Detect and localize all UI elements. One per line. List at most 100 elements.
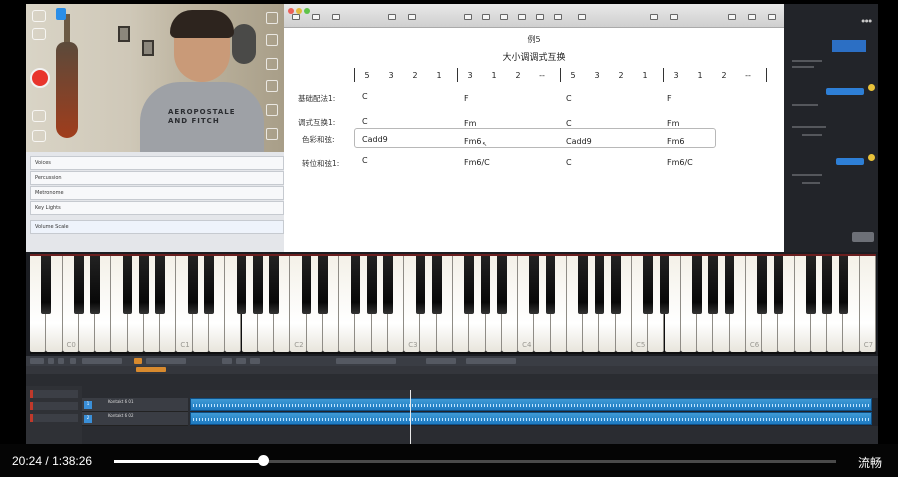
- piano-black-key[interactable]: [383, 256, 393, 314]
- metronome-tool[interactable]: [404, 14, 420, 26]
- piano-black-key[interactable]: [773, 256, 784, 314]
- daw-button[interactable]: [134, 358, 142, 364]
- progress-knob[interactable]: [258, 455, 270, 466]
- settings-icon[interactable]: [266, 34, 278, 46]
- piano-black-key[interactable]: [236, 256, 247, 314]
- document-tool[interactable]: [764, 14, 780, 26]
- collaborate-tool[interactable]: [574, 14, 590, 26]
- inspector-row[interactable]: [30, 390, 78, 398]
- midi-region[interactable]: [190, 398, 872, 411]
- track-row[interactable]: Percussion: [30, 171, 284, 185]
- piano-black-key[interactable]: [724, 256, 735, 314]
- daw-button[interactable]: [30, 358, 44, 364]
- switch-camera-icon[interactable]: [32, 28, 46, 40]
- zoom-tool[interactable]: [308, 14, 324, 26]
- piano-black-key[interactable]: [464, 256, 475, 314]
- chat-tab[interactable]: [790, 40, 824, 52]
- piano-black-key[interactable]: [806, 256, 816, 314]
- piano-black-key[interactable]: [269, 256, 279, 314]
- send-button[interactable]: [852, 232, 874, 242]
- piano-black-key[interactable]: [708, 256, 719, 314]
- daw-selector[interactable]: [82, 358, 122, 364]
- photo-icon[interactable]: [32, 110, 46, 122]
- track-row[interactable]: Metronome: [30, 186, 284, 200]
- chat-tab-active[interactable]: [832, 40, 866, 52]
- playhead[interactable]: [410, 390, 411, 444]
- piano-black-key[interactable]: [90, 256, 100, 314]
- piano-white-key[interactable]: C7: [859, 256, 876, 352]
- format-tool[interactable]: [724, 14, 740, 26]
- piano-black-key[interactable]: [350, 256, 361, 314]
- piano-black-key[interactable]: [139, 256, 149, 314]
- daw-button[interactable]: [146, 358, 186, 364]
- piano-black-key[interactable]: [187, 256, 198, 314]
- piano-black-key[interactable]: [301, 256, 312, 314]
- gallery-icon[interactable]: [32, 130, 46, 142]
- table-tool[interactable]: [460, 14, 476, 26]
- piano-black-key[interactable]: [415, 256, 426, 314]
- piano-black-key[interactable]: [73, 256, 84, 314]
- track-row[interactable]: Volume Scale: [30, 220, 284, 234]
- daw-button[interactable]: [70, 358, 76, 364]
- piano-black-key[interactable]: [529, 256, 540, 314]
- piano-black-key[interactable]: [822, 256, 833, 314]
- play-button[interactable]: [236, 358, 246, 364]
- quality-button[interactable]: 流畅: [858, 454, 882, 471]
- piano-black-key[interactable]: [155, 256, 166, 314]
- piano-black-key[interactable]: [643, 256, 654, 314]
- timeline-ruler[interactable]: [190, 390, 878, 398]
- track-row[interactable]: Key Lights: [30, 201, 284, 215]
- track-row[interactable]: Voices: [30, 156, 284, 170]
- piano-black-key[interactable]: [838, 256, 849, 314]
- piano-black-key[interactable]: [122, 256, 133, 314]
- piano-black-key[interactable]: [41, 256, 52, 314]
- view-tool[interactable]: [288, 14, 304, 26]
- shape-tool[interactable]: [514, 14, 530, 26]
- progress-bar[interactable]: [114, 460, 836, 463]
- menu-icon[interactable]: [32, 10, 46, 22]
- piano-black-key[interactable]: [545, 256, 556, 314]
- record-button[interactable]: [250, 358, 260, 364]
- inspector-row[interactable]: [30, 402, 78, 410]
- tips-tool[interactable]: [666, 14, 682, 26]
- melody-note: 3: [388, 71, 394, 80]
- piano-black-key[interactable]: [594, 256, 605, 314]
- chart-tool[interactable]: [478, 14, 494, 26]
- comment-tool[interactable]: [550, 14, 566, 26]
- add-page-tool[interactable]: [328, 14, 344, 26]
- piano-black-key[interactable]: [578, 256, 589, 314]
- flash-icon[interactable]: [266, 128, 278, 140]
- filter-icon[interactable]: [266, 80, 278, 92]
- daw-button[interactable]: [48, 358, 54, 364]
- piano-black-key[interactable]: [366, 256, 377, 314]
- daw-button[interactable]: [58, 358, 64, 364]
- daw-selector[interactable]: [426, 358, 456, 364]
- piano-black-key[interactable]: [757, 256, 767, 314]
- play-tool[interactable]: [384, 14, 400, 26]
- animate-tool[interactable]: [744, 14, 760, 26]
- score-sheet: 例5 大小调调式互换 5 3 2 1 3 1 2 -- 5 3 2 1 3 1 …: [284, 28, 784, 252]
- daw-selector[interactable]: [466, 358, 516, 364]
- effect-icon[interactable]: [266, 104, 278, 116]
- piano-black-key[interactable]: [252, 256, 263, 314]
- stop-button[interactable]: [222, 358, 232, 364]
- piano-black-key[interactable]: [480, 256, 491, 314]
- midi-region[interactable]: [190, 412, 872, 425]
- piano-black-key[interactable]: [659, 256, 670, 314]
- piano-black-key[interactable]: [496, 256, 507, 314]
- piano-black-key[interactable]: [204, 256, 214, 314]
- daw-track[interactable]: 1 Kontakt 6 01: [82, 398, 188, 412]
- text-tool[interactable]: [496, 14, 512, 26]
- share-tool[interactable]: [646, 14, 662, 26]
- piano-black-key[interactable]: [610, 256, 621, 314]
- piano-black-key[interactable]: [317, 256, 328, 314]
- daw-selector[interactable]: [336, 358, 396, 364]
- piano-black-key[interactable]: [431, 256, 442, 314]
- record-button[interactable]: [30, 68, 50, 88]
- home-icon[interactable]: [266, 12, 278, 24]
- inspector-row[interactable]: [30, 414, 78, 422]
- daw-track[interactable]: 2 Kontakt 6 02: [82, 412, 188, 426]
- piano-black-key[interactable]: [692, 256, 702, 314]
- camera-icon[interactable]: [266, 58, 278, 70]
- media-tool[interactable]: [532, 14, 548, 26]
